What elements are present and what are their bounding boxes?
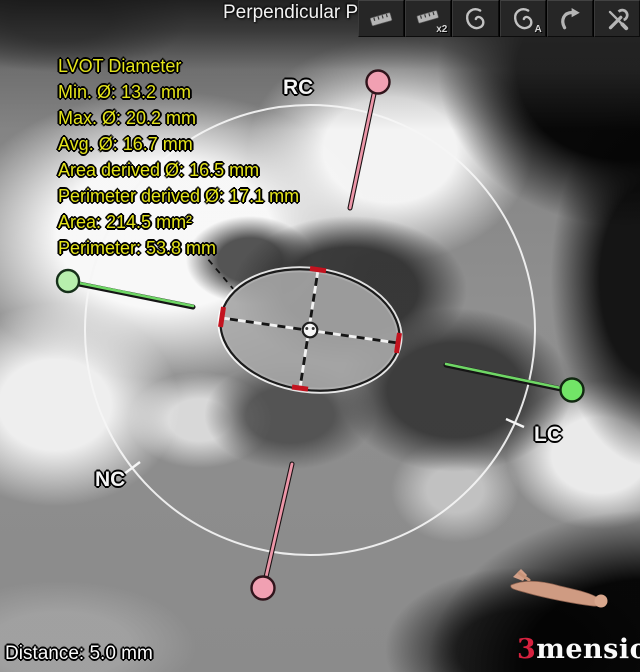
contour-area-button[interactable]: A (500, 0, 546, 37)
diameter-tick-top[interactable] (310, 269, 326, 271)
measurement-title: LVOT Diameter (58, 53, 299, 79)
measurement-line: Area: 214.5 mm² (58, 209, 299, 235)
viewport: Perpendicular P (0, 0, 640, 672)
center-handle[interactable] (303, 323, 318, 338)
measurement-line: Perimeter derived Ø: 17.1 mm (58, 183, 299, 209)
measurement-line: Area derived Ø: 16.5 mm (58, 157, 299, 183)
cusp-line-right (446, 364, 561, 388)
contour-button[interactable] (452, 0, 498, 37)
measurement-line: Max. Ø: 20.2 mm (58, 105, 299, 131)
measure-double-button[interactable]: x2 (405, 0, 451, 37)
tools-icon (604, 6, 630, 32)
button-badge: x2 (436, 24, 447, 36)
cusp-handle-right-green[interactable] (561, 379, 584, 402)
contour-a-icon (510, 6, 536, 32)
measurement-line: Perimeter: 53.8 mm (58, 235, 299, 261)
tools-button[interactable] (594, 0, 640, 37)
diameter-tick-right[interactable] (397, 333, 400, 353)
annulus-tick-nc (124, 462, 140, 474)
button-badge: A (534, 24, 541, 36)
view-title: Perpendicular P (223, 2, 359, 24)
logo-prefix: 3 (517, 634, 536, 665)
measure-button[interactable] (358, 0, 404, 37)
cusp-handle-top-pink[interactable] (367, 71, 390, 94)
cusp-line-left (79, 283, 193, 306)
logo-text: mensio (536, 634, 640, 665)
ruler-icon (368, 6, 394, 32)
measurement-panel: LVOT Diameter Min. Ø: 13.2 mm Max. Ø: 20… (58, 53, 299, 261)
measurement-line: Min. Ø: 13.2 mm (58, 79, 299, 105)
cusp-handle-bottom-pink[interactable] (252, 577, 275, 600)
diameter-tick-left[interactable] (221, 307, 224, 327)
contour-icon (462, 6, 488, 32)
cusp-label-nc: NC (95, 468, 125, 492)
3mensio-logo: 3mensio (517, 634, 640, 665)
distance-readout: Distance: 5.0 mm (5, 643, 153, 665)
diameter-tick-bottom[interactable] (292, 387, 308, 389)
rotate-button[interactable] (547, 0, 593, 37)
patient-orientation-figure (505, 565, 610, 611)
cusp-label-rc: RC (283, 76, 313, 100)
cusp-label-lc: LC (534, 423, 562, 447)
annulus-tick-lc (506, 419, 524, 427)
cusp-line-bottom (266, 464, 292, 577)
rotate-arrow-icon (557, 6, 583, 32)
cusp-handle-left-green[interactable] (57, 270, 79, 292)
toolbar: x2 A (358, 0, 640, 37)
measurement-line: Avg. Ø: 16.7 mm (58, 131, 299, 157)
